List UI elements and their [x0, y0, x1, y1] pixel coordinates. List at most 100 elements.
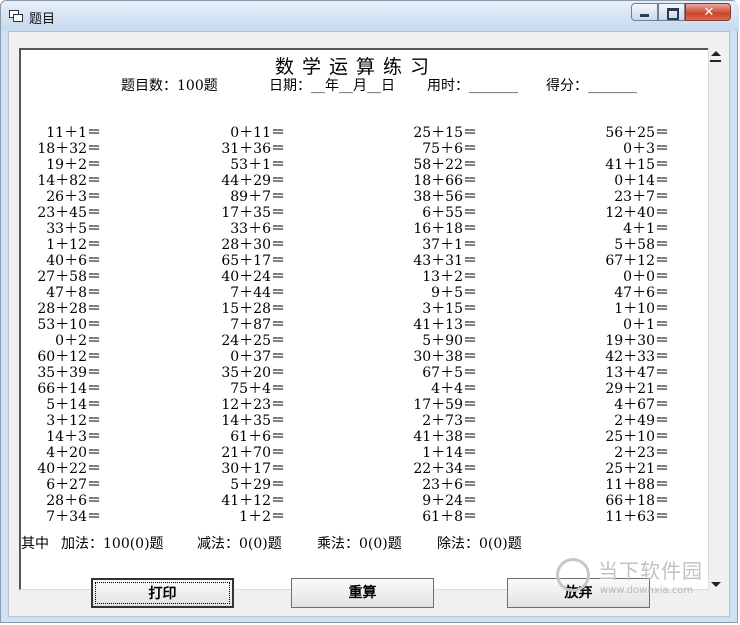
problem-item: 14＋35＝	[221, 413, 285, 429]
summary-division: 除法：0(0)题	[437, 536, 522, 552]
summary-prefix: 其中	[21, 536, 49, 552]
worksheet-text-area[interactable]: 数学运算练习 题目数：100题 日期：__年__月__日 用时：_______ …	[19, 48, 708, 590]
scroll-down-icon[interactable]	[711, 582, 721, 587]
problem-item: 26＋3＝	[46, 189, 101, 205]
abandon-button[interactable]: 放弃	[507, 578, 650, 608]
problem-item: 44＋29＝	[221, 173, 285, 189]
problem-item: 4＋67＝	[614, 397, 669, 413]
problem-item: 22＋34＝	[413, 461, 477, 477]
client-area: 数学运算练习 题目数：100题 日期：__年__月__日 用时：_______ …	[8, 31, 730, 617]
problem-item: 19＋30＝	[605, 333, 669, 349]
maximize-button[interactable]	[658, 3, 685, 21]
problem-item: 25＋15＝	[413, 125, 477, 141]
problem-item: 66＋18＝	[605, 493, 669, 509]
problem-item: 14＋82＝	[37, 173, 101, 189]
problem-item: 0＋3＝	[623, 141, 669, 157]
problem-item: 0＋0＝	[623, 269, 669, 285]
problem-item: 67＋5＝	[422, 365, 477, 381]
problem-item: 75＋4＝	[230, 381, 285, 397]
problem-item: 23＋6＝	[422, 477, 477, 493]
problem-item: 28＋6＝	[46, 493, 101, 509]
problem-item: 41＋38＝	[413, 429, 477, 445]
problem-item: 43＋31＝	[413, 253, 477, 269]
problem-item: 11＋88＝	[605, 477, 669, 493]
problem-item: 28＋28＝	[37, 301, 101, 317]
problem-item: 7＋44＝	[230, 285, 285, 301]
problem-item: 21＋70＝	[221, 445, 285, 461]
problem-item: 17＋35＝	[221, 205, 285, 221]
problem-item: 6＋55＝	[422, 205, 477, 221]
problem-item: 47＋8＝	[46, 285, 101, 301]
problem-item: 66＋14＝	[37, 381, 101, 397]
worksheet-meta: 题目数：100题 日期：__年__月__日 用时：_______ 得分：____…	[121, 75, 637, 171]
app-window: 题目 ✕ 数学运算练习 题目数：100题 日期：__年__月__日 用时：___…	[0, 0, 739, 623]
problem-item: 40＋24＝	[221, 269, 285, 285]
problem-item: 4＋4＝	[431, 381, 477, 397]
app-icon	[9, 10, 23, 22]
problem-item: 61＋6＝	[230, 429, 285, 445]
scroll-thumb[interactable]	[710, 60, 721, 68]
problem-item: 2＋23＝	[614, 445, 669, 461]
problem-item: 56＋25＝	[605, 125, 669, 141]
minimize-button[interactable]	[631, 3, 658, 21]
scroll-up-icon[interactable]	[711, 51, 721, 56]
problem-item: 14＋3＝	[46, 429, 101, 445]
problem-item: 53＋1＝	[230, 157, 285, 173]
problem-count: 题目数：100题	[121, 78, 218, 94]
problem-item: 5＋58＝	[614, 237, 669, 253]
problem-item: 23＋45＝	[37, 205, 101, 221]
close-icon: ✕	[703, 5, 715, 20]
problem-item: 47＋6＝	[614, 285, 669, 301]
problem-item: 67＋12＝	[605, 253, 669, 269]
problem-column-3: 25＋15＝ 75＋6＝ 58＋22＝ 18＋66＝ 38＋56＝ 6＋55＝ 16＋18＝…	[391, 125, 477, 525]
problem-item: 0＋11＝	[230, 125, 285, 141]
problem-item: 40＋6＝	[46, 253, 101, 269]
title-bar[interactable]: 题目 ✕	[1, 1, 739, 31]
problem-item: 35＋39＝	[37, 365, 101, 381]
problem-item: 40＋22＝	[37, 461, 101, 477]
problem-item: 0＋2＝	[55, 333, 101, 349]
summary-multiplication: 乘法：0(0)题	[317, 536, 402, 552]
vertical-scrollbar[interactable]	[708, 48, 722, 590]
problem-item: 7＋34＝	[46, 509, 101, 525]
problem-item: 58＋22＝	[413, 157, 477, 173]
problem-item: 41＋15＝	[605, 157, 669, 173]
problem-item: 61＋8＝	[422, 509, 477, 525]
window-title: 题目	[29, 12, 56, 27]
problem-item: 60＋12＝	[37, 349, 101, 365]
print-button[interactable]: 打印	[91, 578, 234, 608]
problem-item: 3＋12＝	[46, 413, 101, 429]
problem-item: 29＋21＝	[605, 381, 669, 397]
problem-item: 1＋14＝	[422, 445, 477, 461]
recalculate-button[interactable]: 重算	[291, 578, 434, 608]
problem-item: 53＋10＝	[37, 317, 101, 333]
problem-item: 16＋18＝	[413, 221, 477, 237]
problem-item: 31＋36＝	[221, 141, 285, 157]
problem-item: 18＋66＝	[413, 173, 477, 189]
problem-item: 23＋7＝	[614, 189, 669, 205]
problem-item: 12＋40＝	[605, 205, 669, 221]
caption-buttons: ✕	[631, 3, 731, 23]
problem-item: 42＋33＝	[605, 349, 669, 365]
problem-item: 89＋7＝	[230, 189, 285, 205]
problem-item: 41＋13＝	[413, 317, 477, 333]
problem-item: 33＋6＝	[230, 221, 285, 237]
problem-item: 13＋47＝	[605, 365, 669, 381]
problem-column-1: 11＋1＝ 18＋32＝ 19＋2＝ 14＋82＝ 26＋3＝ 23＋45＝ 33＋5＝ 1＋…	[21, 125, 101, 525]
problem-item: 15＋28＝	[221, 301, 285, 317]
problem-item: 25＋21＝	[605, 461, 669, 477]
problem-item: 38＋56＝	[413, 189, 477, 205]
problem-item: 0＋37＝	[230, 349, 285, 365]
problem-item: 6＋27＝	[46, 477, 101, 493]
problem-item: 28＋30＝	[221, 237, 285, 253]
problem-item: 18＋32＝	[37, 141, 101, 157]
problem-item: 75＋6＝	[422, 141, 477, 157]
close-button[interactable]: ✕	[685, 3, 731, 21]
problem-item: 17＋59＝	[413, 397, 477, 413]
problem-item: 24＋25＝	[221, 333, 285, 349]
minimize-icon	[640, 14, 649, 17]
problem-item: 7＋87＝	[230, 317, 285, 333]
problem-item: 35＋20＝	[221, 365, 285, 381]
summary-addition: 加法：100(0)题	[61, 536, 164, 552]
problem-item: 25＋10＝	[605, 429, 669, 445]
